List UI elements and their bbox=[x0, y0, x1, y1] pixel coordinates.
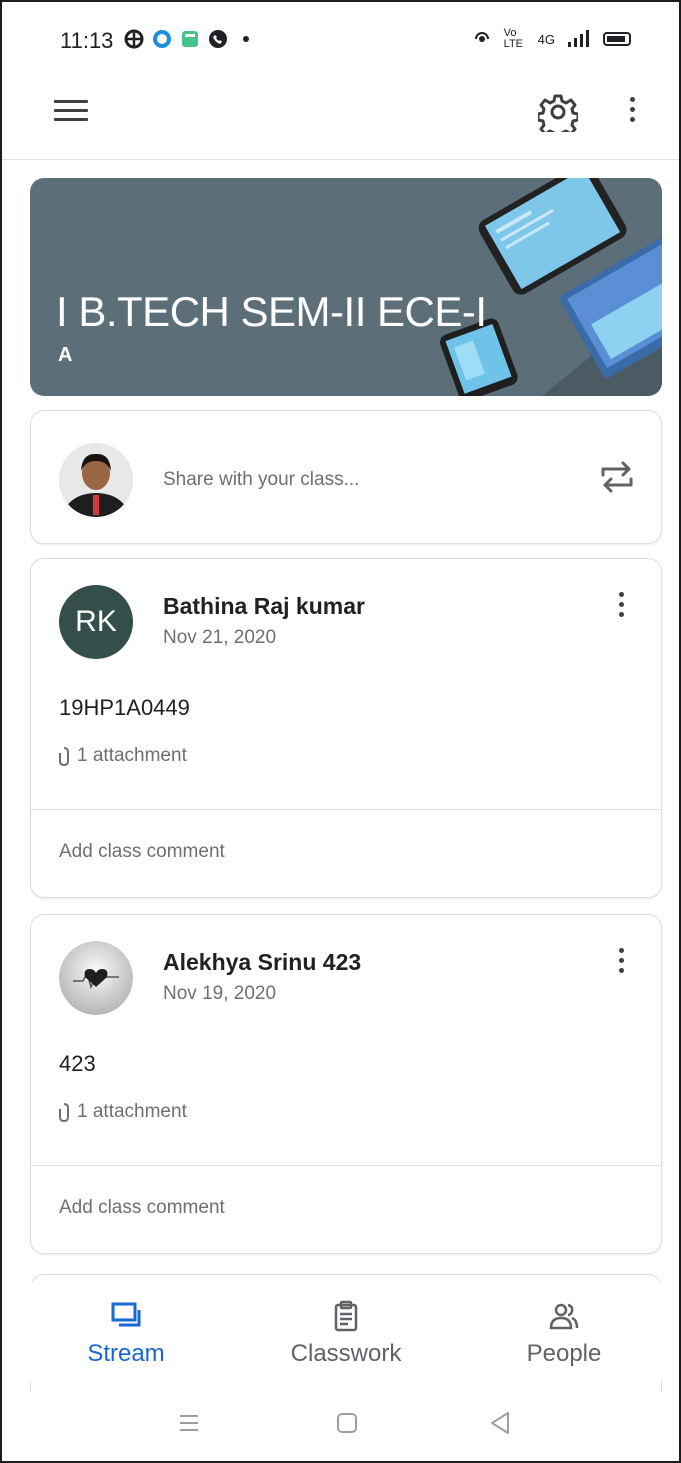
small-dot-icon bbox=[243, 36, 249, 42]
network-4g-label: 4G bbox=[537, 31, 555, 47]
back-icon[interactable] bbox=[486, 1408, 516, 1438]
post-author: Alekhya Srinu 423 bbox=[163, 949, 362, 975]
user-photo bbox=[59, 443, 133, 517]
attachment-link[interactable]: 1 attachment bbox=[59, 745, 187, 767]
home-icon[interactable] bbox=[332, 1408, 362, 1438]
stream-post: RK Bathina Raj kumar Nov 21, 2020 19HP1A… bbox=[30, 558, 662, 898]
post-text: 19HP1A0449 bbox=[59, 695, 190, 720]
battery-icon bbox=[603, 32, 631, 46]
share-input[interactable]: Share with your class... bbox=[163, 469, 359, 491]
tab-label: Classwork bbox=[290, 1340, 402, 1367]
status-time: 11:13 bbox=[60, 28, 114, 53]
add-class-comment[interactable]: Add class comment bbox=[59, 1197, 225, 1219]
more-vert-icon[interactable] bbox=[609, 589, 633, 629]
signal-icon bbox=[568, 30, 589, 47]
attachment-label: 1 attachment bbox=[77, 745, 187, 766]
paperclip-icon bbox=[59, 747, 69, 766]
avatar-initials: RK bbox=[59, 585, 133, 659]
app-bar bbox=[2, 80, 679, 160]
attachment-link[interactable]: 1 attachment bbox=[59, 1101, 187, 1123]
globe-icon bbox=[124, 29, 144, 49]
tab-people[interactable]: People bbox=[484, 1300, 644, 1368]
divider bbox=[31, 1165, 661, 1166]
avatar: RK bbox=[59, 585, 133, 659]
hamburger-menu-icon[interactable] bbox=[54, 100, 88, 126]
app-frame: 11:13 Vo LTE 4G I B.TECH SEM-II ECE-I A … bbox=[0, 0, 681, 1463]
gear-icon[interactable] bbox=[538, 92, 578, 132]
avatar bbox=[59, 941, 133, 1015]
hotspot-icon bbox=[474, 32, 489, 42]
blue-dot-icon bbox=[153, 30, 171, 48]
tab-classwork[interactable]: Classwork bbox=[266, 1300, 426, 1368]
system-navigation-bar bbox=[2, 1392, 679, 1461]
stream-post: Alekhya Srinu 423 Nov 19, 2020 423 1 att… bbox=[30, 914, 662, 1254]
post-date: Nov 19, 2020 bbox=[163, 983, 277, 1004]
attachment-label: 1 attachment bbox=[77, 1101, 187, 1122]
post-text: 423 bbox=[59, 1051, 96, 1076]
bottom-navigation: Stream Classwork People bbox=[2, 1282, 679, 1382]
people-icon bbox=[549, 1303, 579, 1330]
repost-icon[interactable] bbox=[599, 457, 635, 497]
post-author: Bathina Raj kumar bbox=[163, 593, 365, 619]
status-right-icons: Vo LTE 4G bbox=[472, 28, 631, 50]
post-date: Nov 21, 2020 bbox=[163, 627, 277, 648]
volte-label: Vo LTE bbox=[503, 27, 524, 50]
tab-stream[interactable]: Stream bbox=[46, 1300, 206, 1368]
phone-icon bbox=[209, 30, 227, 48]
recent-apps-icon[interactable] bbox=[174, 1408, 204, 1438]
heartbeat-icon bbox=[59, 941, 133, 1015]
stream-icon bbox=[111, 1302, 141, 1327]
tab-label: Stream bbox=[87, 1340, 165, 1367]
class-banner[interactable]: I B.TECH SEM-II ECE-I A bbox=[30, 178, 662, 396]
status-bar: 11:13 Vo LTE 4G bbox=[2, 2, 679, 80]
clipboard-icon bbox=[334, 1300, 358, 1332]
divider bbox=[31, 809, 661, 810]
more-vert-icon[interactable] bbox=[609, 945, 633, 985]
avatar bbox=[59, 443, 133, 517]
paperclip-icon bbox=[59, 1103, 69, 1122]
add-class-comment[interactable]: Add class comment bbox=[59, 841, 225, 863]
class-section: A bbox=[58, 344, 73, 366]
notification-icons bbox=[124, 29, 256, 49]
share-with-class-card[interactable]: Share with your class... bbox=[30, 410, 662, 544]
devices-illustration bbox=[439, 178, 662, 396]
tab-label: People bbox=[526, 1340, 602, 1367]
calculator-icon bbox=[182, 31, 198, 47]
more-vert-icon[interactable] bbox=[620, 94, 644, 130]
class-title: I B.TECH SEM-II ECE-I bbox=[56, 288, 487, 335]
